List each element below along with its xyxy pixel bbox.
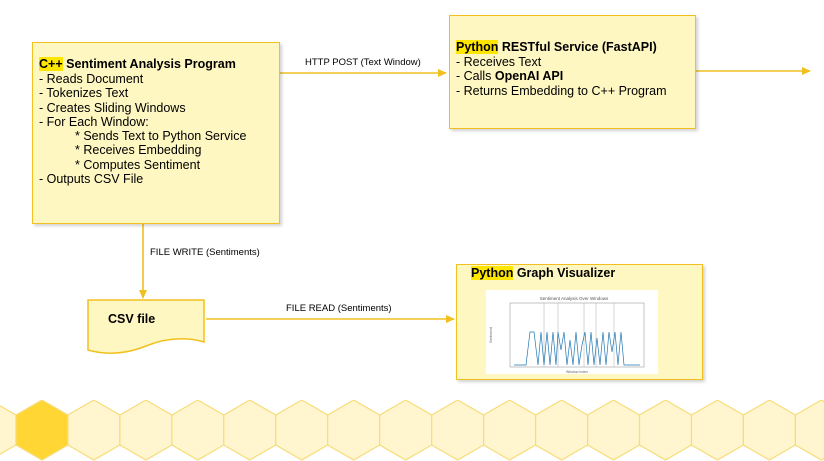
csv-file-document	[87, 299, 205, 354]
sentiment-plot-thumbnail: Sentiment Analysis Over Windows Window I…	[486, 290, 658, 374]
cpp-item: - For Each Window:	[39, 114, 149, 129]
file-write-label: FILE WRITE (Sentiments)	[150, 247, 260, 258]
honeycomb-hexagon	[275, 400, 329, 461]
service-item: - Calls OpenAI API	[456, 69, 564, 84]
cpp-item: - Reads Document	[39, 72, 144, 86]
honeycomb-hexagon	[638, 400, 693, 461]
thumbnail-xlabel: Window Index	[566, 370, 588, 374]
honeycomb-hexagon	[171, 400, 225, 461]
hexagon-pattern	[0, 400, 824, 461]
honeycomb-hexagon	[223, 400, 277, 461]
honeycomb-hexagon	[327, 400, 381, 461]
honeycomb-hexagon	[119, 400, 173, 461]
cpp-subitem: * Computes Sentiment	[75, 157, 201, 172]
python-service-box: Python RESTful Service (FastAPI) - Recei…	[449, 15, 696, 129]
honeycomb-hexagon	[379, 400, 433, 461]
honeycomb-hexagon	[483, 400, 537, 461]
thumbnail-ylabel: Sentiment	[489, 327, 493, 343]
thumbnail-title: Sentiment Analysis Over Windows	[540, 296, 609, 301]
graph-visualizer-title: Python Graph Visualizer	[471, 266, 616, 280]
honeycomb-hexagon	[794, 400, 824, 461]
honeycomb-footer	[0, 400, 824, 461]
service-item: - Receives Text	[456, 55, 542, 69]
honeycomb-hexagon	[742, 400, 797, 461]
honeycomb-hexagon	[67, 400, 121, 461]
honeycomb-hexagon	[586, 400, 641, 461]
cpp-item: - Outputs CSV File	[39, 172, 144, 187]
honeycomb-hexagon	[690, 400, 745, 461]
thumbnail-background	[486, 290, 658, 374]
cpp-program-title: C++ Sentiment Analysis Program	[39, 57, 236, 71]
cpp-subitem: * Sends Text to Python Service	[75, 129, 247, 144]
cpp-subitem: * Receives Embedding	[75, 143, 202, 158]
honeycomb-hexagon	[534, 400, 589, 461]
honeycomb-hexagon	[0, 405, 17, 455]
cpp-item: - Tokenizes Text	[39, 86, 129, 101]
csv-file-label: CSV file	[108, 312, 156, 326]
python-service-title: Python RESTful Service (FastAPI)	[456, 40, 657, 54]
honeycomb-hexagon	[15, 400, 69, 461]
cpp-item: - Creates Sliding Windows	[39, 100, 186, 115]
service-item: - Returns Embedding to C++ Program	[456, 83, 667, 98]
cpp-program-box: C++ Sentiment Analysis Program - Reads D…	[32, 42, 280, 224]
file-read-label: FILE READ (Sentiments)	[286, 303, 392, 314]
http-post-label: HTTP POST (Text Window)	[305, 57, 421, 68]
honeycomb-hexagon	[431, 400, 485, 461]
